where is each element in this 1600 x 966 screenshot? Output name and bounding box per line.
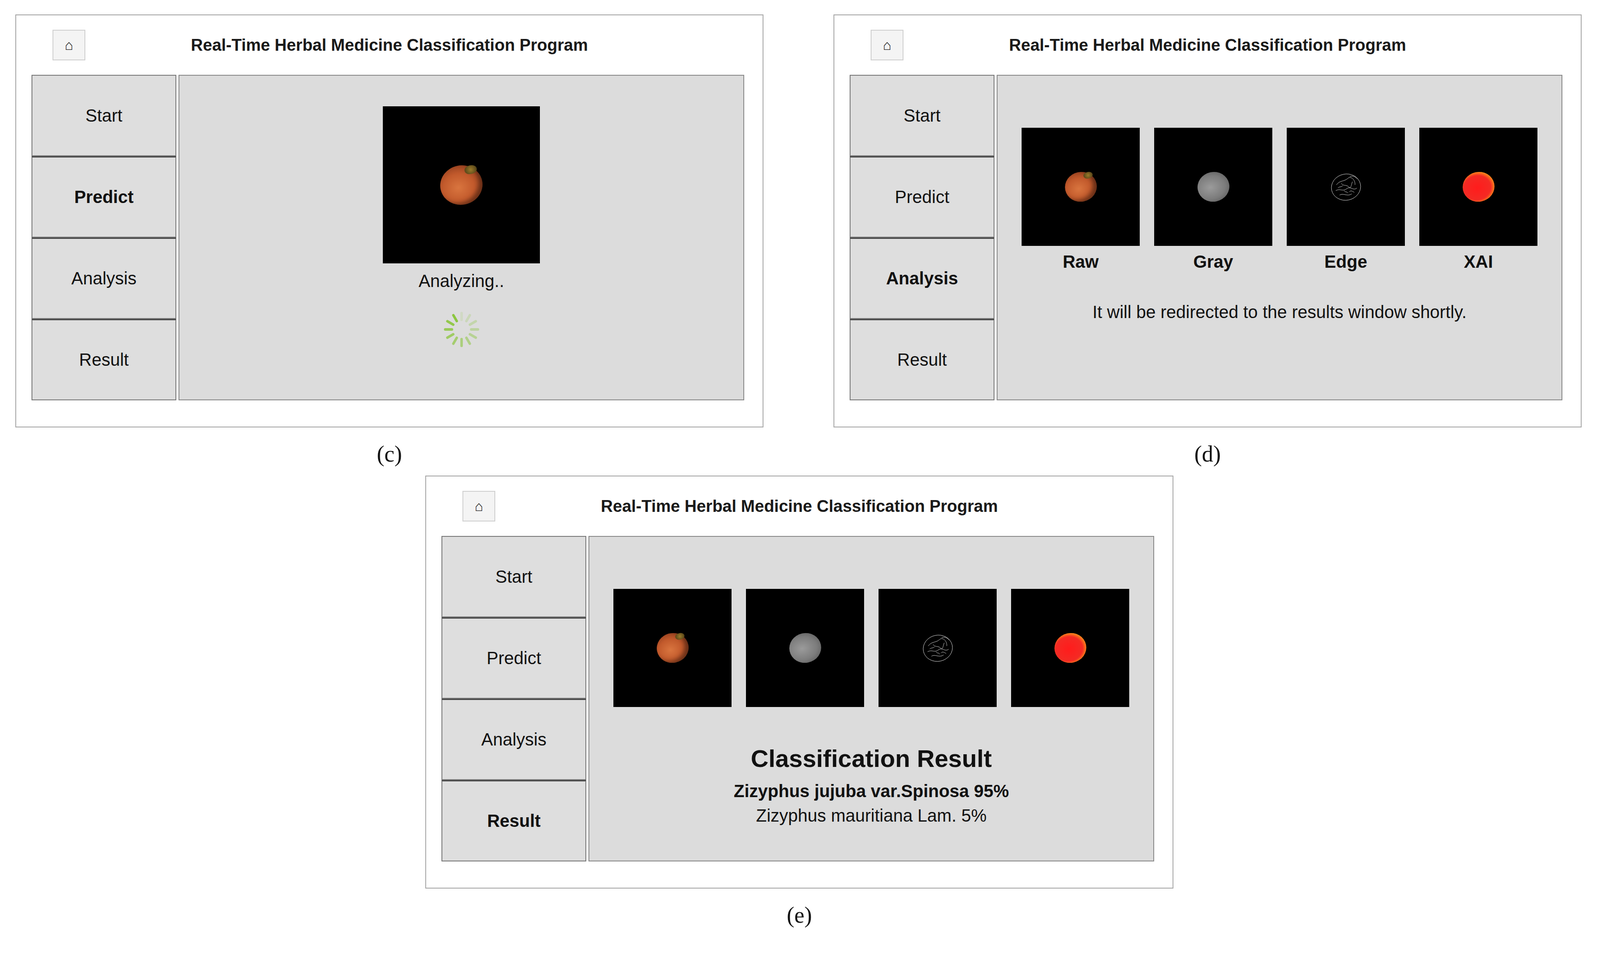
sidebar: StartPredictAnalysisResult <box>441 535 587 862</box>
app-title: Real-Time Herbal Medicine Classification… <box>190 35 588 55</box>
result-list: Zizyphus jujuba var.Spinosa 95%Zizyphus … <box>733 778 1009 828</box>
sidebar-item[interactable]: Analysis <box>441 698 587 781</box>
sidebar-item[interactable]: Result <box>849 318 995 401</box>
xai-image <box>1419 127 1538 246</box>
image-card <box>613 588 732 708</box>
gray-fruit <box>1194 168 1233 205</box>
figure-caption: (e) <box>786 901 813 929</box>
image-row: Raw Gray Edge XAI <box>1021 75 1538 272</box>
image-card: XAI <box>1419 127 1538 272</box>
sidebar: StartPredictAnalysisResult <box>849 74 995 401</box>
figure-caption: (d) <box>1194 440 1222 468</box>
xai-image <box>1011 588 1130 708</box>
header: ⌂ Real-Time Herbal Medicine Classificatio… <box>834 15 1581 75</box>
image-card: Edge <box>1286 127 1405 272</box>
sidebar-item[interactable]: Result <box>441 780 587 862</box>
xai-fruit <box>1051 630 1089 667</box>
raw-image <box>1021 127 1140 246</box>
sidebar-item[interactable]: Analysis <box>31 237 177 319</box>
top-row: ⌂ Real-Time Herbal Medicine Classificatio… <box>15 14 1582 468</box>
image-card <box>745 588 865 708</box>
gray-image <box>745 588 865 708</box>
figure-caption: (c) <box>376 440 403 468</box>
result-title: Classification Result <box>750 744 992 773</box>
image-label: Gray <box>1193 252 1233 272</box>
home-button[interactable]: ⌂ <box>870 29 904 61</box>
home-button[interactable]: ⌂ <box>52 29 86 61</box>
home-button[interactable]: ⌂ <box>462 490 496 522</box>
predict-view: Analyzing.. <box>382 75 540 351</box>
sidebar-item[interactable]: Result <box>31 318 177 401</box>
loading-spinner-icon <box>440 308 483 351</box>
image-card: Gray <box>1154 127 1273 272</box>
app-window: ⌂ Real-Time Herbal Medicine Classificatio… <box>15 14 764 428</box>
raw-image <box>382 106 540 264</box>
raw-image <box>613 588 732 708</box>
raw-fruit <box>1061 168 1100 205</box>
image-label: Raw <box>1062 252 1099 272</box>
sidebar-item[interactable]: Start <box>849 74 995 157</box>
bottom-row: ⌂ Real-Time Herbal Medicine Classificatio… <box>15 475 1174 929</box>
sidebar-item[interactable]: Predict <box>31 156 177 238</box>
figure: ⌂ Real-Time Herbal Medicine Classificatio… <box>15 14 764 468</box>
window-body: StartPredictAnalysisResultClassification… <box>426 535 1173 888</box>
page: ⌂ Real-Time Herbal Medicine Classificatio… <box>0 0 1600 966</box>
window-body: StartPredictAnalysisResult Analyzing.. <box>16 74 763 427</box>
edge-outline-icon <box>1330 171 1362 202</box>
image-row <box>613 536 1130 708</box>
sidebar-item[interactable]: Start <box>441 535 587 618</box>
window-body: StartPredictAnalysisResult Raw Gray Edge XAI… <box>834 74 1581 427</box>
app-window: ⌂ Real-Time Herbal Medicine Classificatio… <box>425 475 1174 889</box>
content-panel: Raw Gray Edge XAI It will be redirected to t… <box>996 74 1563 401</box>
image-label: XAI <box>1463 252 1494 272</box>
redirect-message: It will be redirected to the results win… <box>1092 302 1467 323</box>
gray-fruit <box>786 630 824 667</box>
image-card: Raw <box>1021 127 1140 272</box>
header: ⌂ Real-Time Herbal Medicine Classificatio… <box>16 15 763 75</box>
app-title: Real-Time Herbal Medicine Classification… <box>1008 35 1406 55</box>
status-text: Analyzing.. <box>418 271 505 291</box>
result-line: Zizyphus mauritiana Lam. 5% <box>756 803 987 828</box>
app-title: Real-Time Herbal Medicine Classification… <box>600 497 998 516</box>
figure: ⌂ Real-Time Herbal Medicine Classificatio… <box>833 14 1582 468</box>
sidebar-item[interactable]: Analysis <box>849 237 995 319</box>
header: ⌂ Real-Time Herbal Medicine Classificatio… <box>426 476 1173 536</box>
image-card <box>1011 588 1130 708</box>
sidebar-item[interactable]: Start <box>31 74 177 157</box>
raw-fruit <box>436 161 487 209</box>
image-label: Edge <box>1324 252 1368 272</box>
content-panel: Analyzing.. <box>178 74 745 401</box>
result-line: Zizyphus jujuba var.Spinosa 95% <box>733 778 1009 804</box>
sidebar-item[interactable]: Predict <box>441 617 587 699</box>
figure: ⌂ Real-Time Herbal Medicine Classificatio… <box>425 475 1174 929</box>
app-window: ⌂ Real-Time Herbal Medicine Classificatio… <box>833 14 1582 428</box>
raw-fruit <box>653 630 692 667</box>
edge-outline-icon <box>921 633 954 663</box>
sidebar: StartPredictAnalysisResult <box>31 74 177 401</box>
image-card <box>878 588 997 708</box>
xai-fruit <box>1459 168 1498 205</box>
edge-image <box>878 588 997 708</box>
content-panel: Classification Result Zizyphus jujuba var… <box>588 535 1155 862</box>
gray-image <box>1154 127 1273 246</box>
sidebar-item[interactable]: Predict <box>849 156 995 238</box>
edge-image <box>1286 127 1405 246</box>
